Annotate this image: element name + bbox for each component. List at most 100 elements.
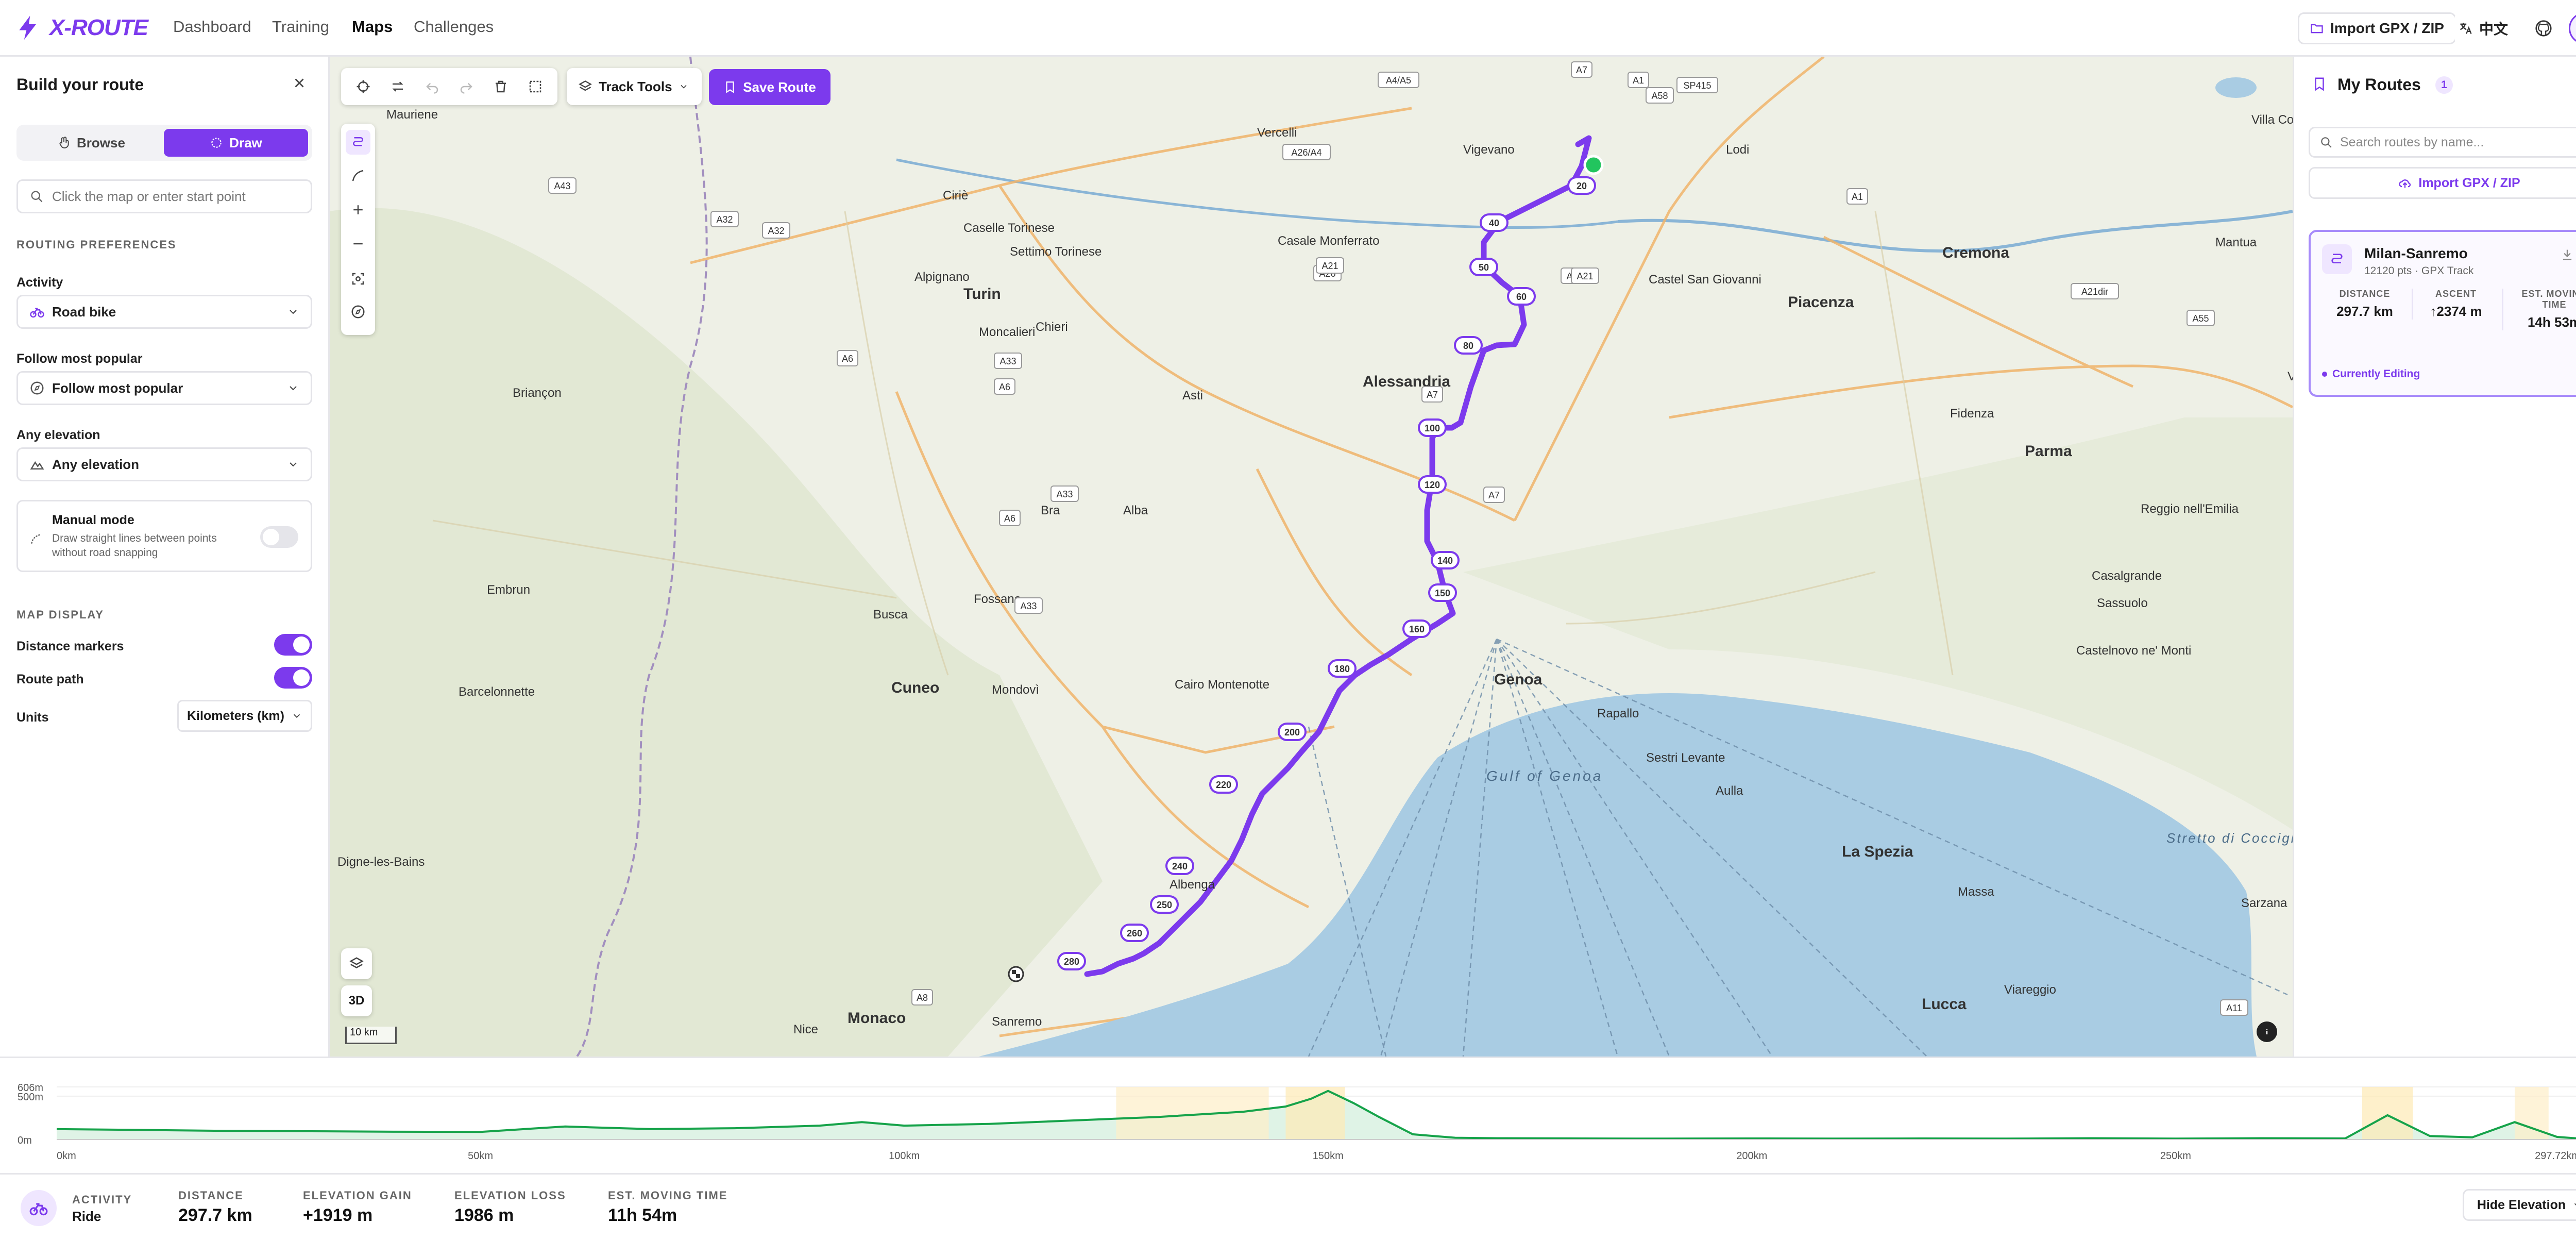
select-area-icon[interactable] — [528, 79, 543, 94]
map-city-label: La Spezia — [1842, 843, 1913, 860]
locate-icon[interactable] — [350, 271, 366, 287]
manual-mode-title: Manual mode — [52, 513, 134, 527]
draw-label: Draw — [229, 135, 262, 150]
road-shield-label: A11 — [2226, 1003, 2242, 1013]
elevation-x-label: 100km — [889, 1150, 920, 1162]
curve-icon[interactable] — [350, 168, 366, 183]
km-marker-label: 150 — [1435, 588, 1450, 598]
close-panel-button[interactable] — [292, 75, 307, 91]
route-path-toggle[interactable] — [274, 667, 312, 689]
top-bar: X-ROUTE Dashboard Training Maps Challeng… — [0, 0, 2576, 57]
chevron-down-icon — [293, 714, 300, 718]
map-city-label: Cairo Montenotte — [1175, 678, 1269, 692]
github-button[interactable] — [2528, 12, 2560, 44]
import-gpx-zip-button[interactable]: Import GPX / ZIP — [2309, 167, 2576, 199]
map-city-label: Cuneo — [891, 679, 939, 696]
logo[interactable]: X-ROUTE — [14, 13, 148, 42]
popular-label: Follow most popular — [16, 351, 143, 366]
climb-highlight — [1116, 1087, 1269, 1140]
compass-icon[interactable] — [350, 304, 366, 320]
draw-mode-button[interactable]: Draw — [164, 129, 308, 157]
units-value: Kilometers (km) — [187, 708, 284, 723]
map-display-heading: MAP DISPLAY — [16, 608, 104, 621]
route-status: Currently Editing — [2322, 368, 2420, 380]
trash-icon[interactable] — [493, 79, 509, 94]
route-time-stat: EST. MOVING TIME 14h 53m — [2502, 289, 2576, 330]
map-layers-button[interactable] — [341, 948, 372, 979]
route-mode-tool[interactable] — [346, 130, 370, 155]
bike-icon — [29, 1203, 48, 1216]
3d-toggle-button[interactable]: 3D — [341, 985, 372, 1016]
elevation-chart[interactable]: 606m500m0m0km 50km 100km 150km 200km 250km 297… — [0, 1058, 2576, 1175]
elevation-x-label: 50km — [468, 1150, 493, 1162]
import-gpx-button[interactable]: Import GPX / ZIP — [2298, 12, 2456, 44]
units-select[interactable]: Kilometers (km) — [177, 700, 312, 732]
elevation-select[interactable]: Any elevation — [16, 447, 312, 481]
map-city-label: Sanremo — [992, 1015, 1042, 1029]
start-point-search[interactable]: Click the map or enter start point — [16, 179, 312, 213]
redo-icon[interactable] — [459, 79, 474, 94]
language-label: 中文 — [2479, 21, 2509, 37]
map-city-label: Viareggio — [2004, 983, 2056, 997]
map-canvas[interactable]: 20 40 50 60 80 100 120 140 150 160 180 200 220 240 250… — [330, 57, 2293, 1057]
route-search-input[interactable]: Search routes by name... — [2309, 127, 2576, 158]
track-tools-button[interactable]: Track Tools — [567, 68, 702, 105]
browse-mode-button[interactable]: Browse — [21, 129, 162, 157]
crosshair-icon[interactable] — [355, 79, 371, 94]
chevron-down-icon — [290, 310, 297, 314]
map-city-label: Monaco — [848, 1010, 906, 1027]
manual-mode-desc-2: without road snapping — [52, 547, 158, 559]
elevation-profile[interactable]: 606m 500m 0m 0km 50km 100km 150km 200km 250km 297… — [0, 1057, 2576, 1173]
zoom-out-icon[interactable] — [350, 236, 366, 252]
layers-icon — [579, 80, 592, 91]
chevron-down-icon — [680, 85, 687, 89]
my-routes-panel: My Routes 1 Search routes by name... Imp… — [2293, 57, 2576, 1057]
road-shield-label: A7 — [1576, 65, 1587, 75]
nav-training[interactable]: Training — [272, 18, 329, 36]
reverse-route-icon[interactable] — [390, 79, 405, 94]
road-shield-label: A32 — [716, 214, 733, 225]
road-shield-label: A33 — [1020, 601, 1037, 611]
map-city-label: Asti — [1182, 389, 1203, 403]
elevation-y-label: 500m — [18, 1092, 43, 1103]
translate-icon — [2460, 23, 2472, 34]
road-shield-label: A55 — [2192, 313, 2209, 324]
road-shield-label: A26/A4 — [1291, 147, 1321, 158]
save-route-button[interactable]: Save Route — [709, 69, 831, 105]
map-vertical-tools — [341, 124, 375, 335]
stat-time-value: 11h 54m — [608, 1205, 677, 1225]
import-gpx-label: Import GPX / ZIP — [2330, 20, 2444, 36]
km-marker-label: 180 — [1334, 664, 1350, 674]
zoom-in-icon[interactable] — [350, 202, 366, 217]
map-city-label: Digne-les-Bains — [337, 855, 425, 869]
distance-markers-toggle[interactable] — [274, 634, 312, 656]
route-meta: 12120 pts · GPX Track — [2364, 265, 2474, 277]
map-graphic[interactable]: 20 40 50 60 80 100 120 140 150 160 180 200 220 240 250… — [330, 57, 2293, 1057]
nav-maps[interactable]: Maps — [352, 18, 393, 36]
km-marker-label: 250 — [1157, 900, 1172, 910]
route-card[interactable]: Milan-Sanremo 12120 pts · GPX Track DIST… — [2309, 230, 2576, 397]
info-button[interactable] — [2257, 1021, 2277, 1042]
climb-highlight — [2362, 1087, 2413, 1140]
add-button[interactable] — [2569, 12, 2576, 44]
hide-elevation-button[interactable]: Hide Elevation — [2463, 1189, 2576, 1221]
mountain-icon — [30, 461, 44, 470]
bike-icon — [30, 308, 44, 318]
popular-select[interactable]: Follow most popular — [16, 371, 312, 405]
map-city-label: Parma — [2025, 443, 2072, 460]
nav-dashboard[interactable]: Dashboard — [173, 18, 251, 36]
route-ascent-value: ↑2374 m — [2430, 304, 2482, 319]
line-icon — [31, 534, 41, 544]
language-switch[interactable]: 中文 — [2454, 12, 2513, 44]
draw-icon — [211, 138, 222, 148]
nav-challenges[interactable]: Challenges — [414, 18, 494, 36]
chevron-down-icon — [2574, 1203, 2576, 1205]
manual-mode-toggle[interactable] — [260, 526, 298, 548]
folder-icon — [2311, 24, 2323, 33]
scale-bar: 10 km — [345, 1027, 397, 1044]
road-shield-label: A1 — [1852, 192, 1863, 202]
download-icon[interactable] — [2560, 247, 2574, 262]
map-city-label: Rapallo — [1597, 707, 1639, 720]
undo-icon[interactable] — [425, 79, 440, 94]
activity-select[interactable]: Road bike — [16, 295, 312, 329]
